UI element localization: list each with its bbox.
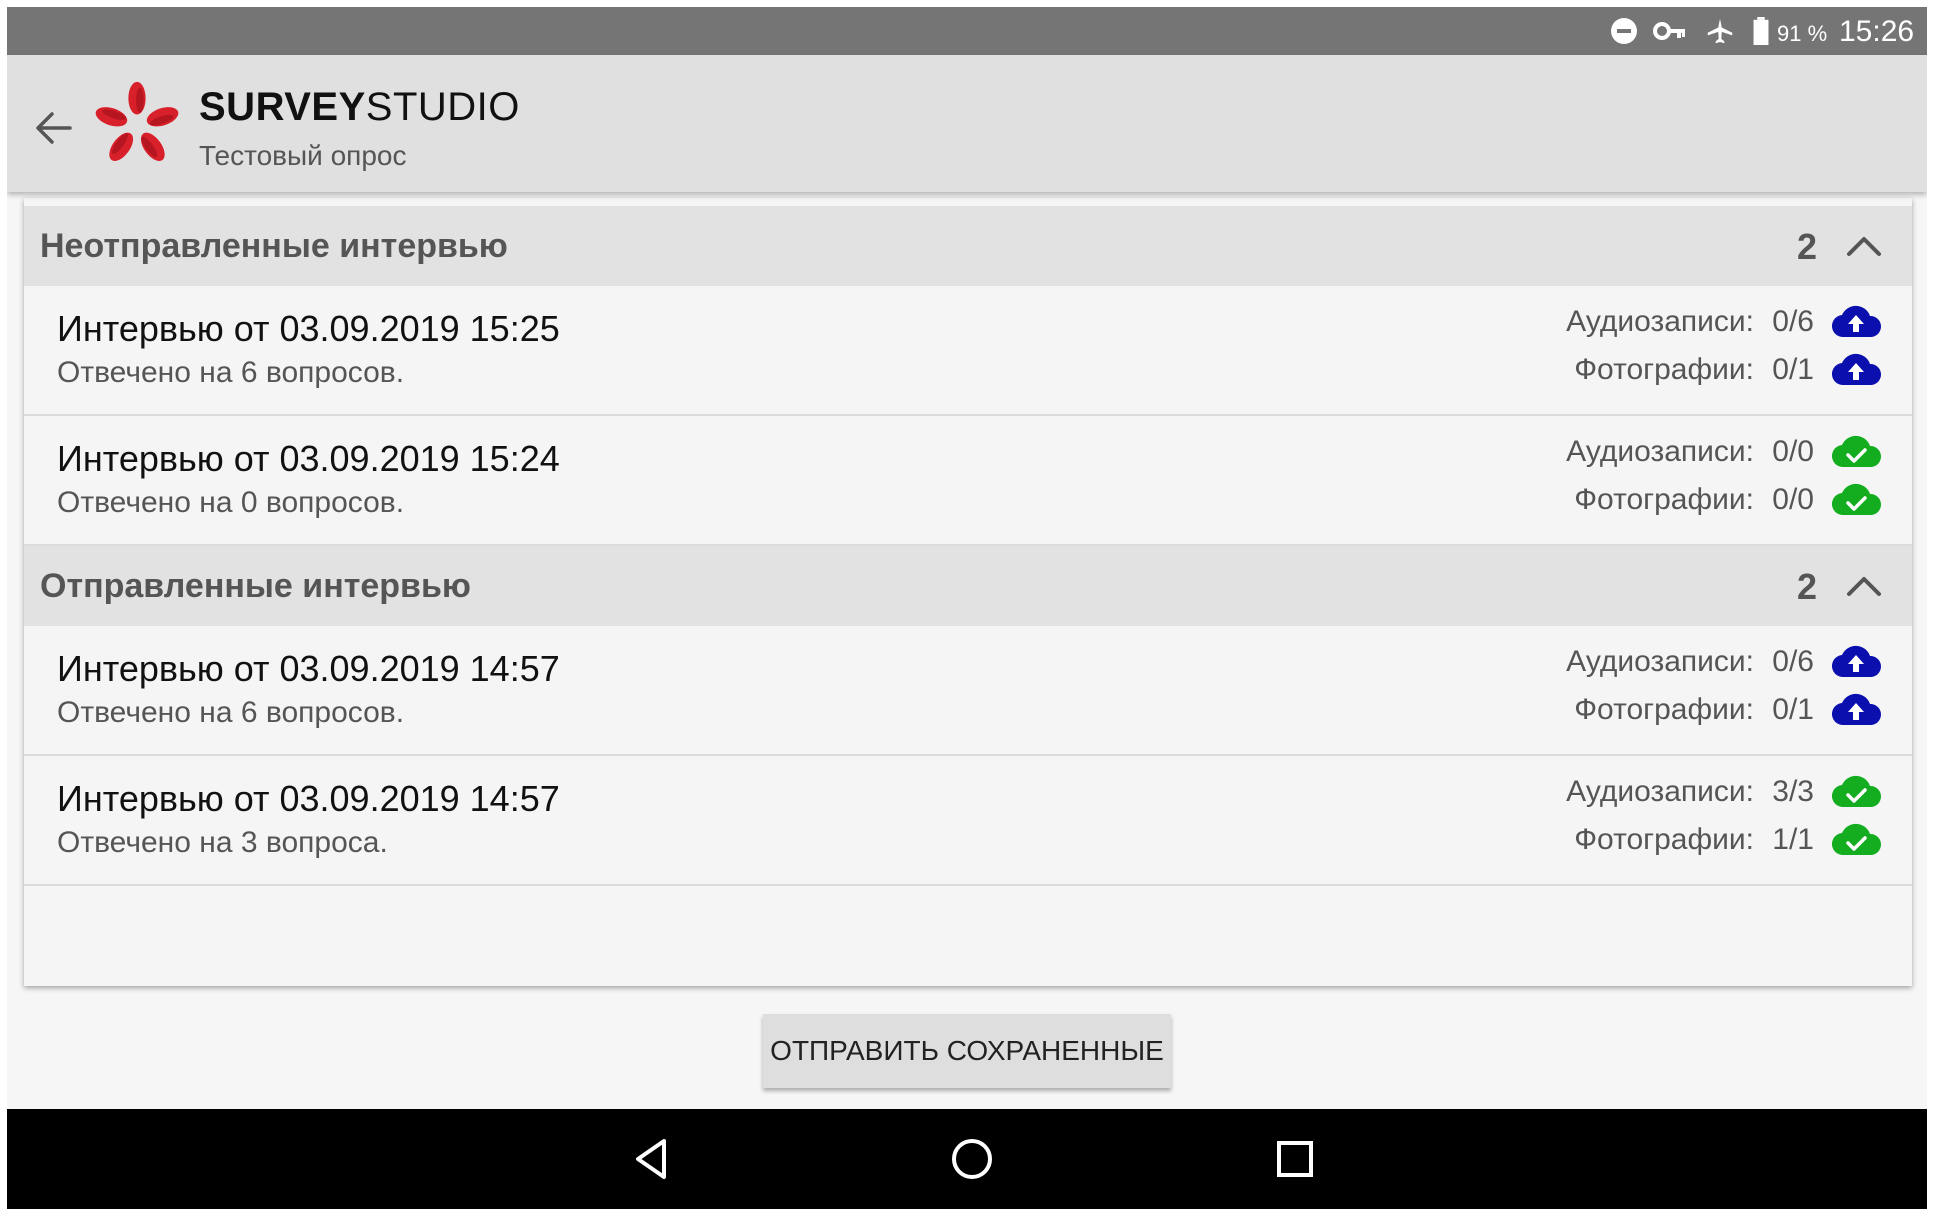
photo-count: 1/1 [1772,823,1814,856]
status-bar: 91 % 15:26 [7,7,1927,55]
chevron-up-icon[interactable] [1844,568,1884,604]
cloud-done-icon [1831,775,1882,808]
nav-back-button[interactable] [621,1131,681,1187]
clock: 15:26 [1839,15,1915,48]
cloud-upload-icon[interactable] [1830,303,1882,341]
cloud-upload-icon[interactable] [1830,691,1882,729]
battery-icon [1753,17,1769,45]
photo-label: Фотографии: [1574,483,1754,516]
audio-count: 0/0 [1772,435,1814,468]
tablet-screen: 91 % 15:26 SURVEYSTUDIO Тестовый опрос Н… [7,7,1927,1209]
arrow-back-icon [36,112,72,144]
cloud-done-icon [1831,483,1882,516]
section-title: Отправленные интервью [40,567,471,605]
photo-label: Фотографии: [1574,823,1754,856]
nav-recents-button[interactable] [1265,1131,1325,1187]
app-title-bold: SURVEY [199,85,366,129]
list-item[interactable]: Интервью от 03.09.2019 14:57 Отвечено на… [24,756,1912,886]
survey-name: Тестовый опрос [199,140,407,171]
audio-status: Аудиозаписи: 0/6 [1566,642,1882,682]
list-item[interactable]: Интервью от 03.09.2019 14:57 Отвечено на… [24,626,1912,756]
cloud-done-icon [1831,435,1882,468]
interview-title: Интервью от 03.09.2019 15:24 [57,438,560,479]
nav-home-button[interactable] [942,1131,1002,1187]
audio-label: Аудиозаписи: [1566,435,1754,468]
audio-status: Аудиозаписи: 0/6 [1566,302,1882,342]
send-saved-button[interactable]: ОТПРАВИТЬ СОХРАНЕННЫЕ [763,1014,1171,1088]
section-count: 2 [1797,226,1818,267]
audio-status: Аудиозаписи: 3/3 [1566,772,1882,812]
list-item[interactable]: Интервью от 03.09.2019 15:24 Отвечено на… [24,416,1912,546]
photo-status: Фотографии: 0/0 [1574,480,1882,520]
app-bar: SURVEYSTUDIO Тестовый опрос [7,55,1927,192]
back-button[interactable] [25,100,81,156]
photo-count: 0/0 [1772,483,1814,516]
audio-status: Аудиозаписи: 0/0 [1566,432,1882,472]
audio-label: Аудиозаписи: [1566,775,1754,808]
flower-logo-icon [95,81,179,161]
vpn-key-icon [1653,22,1685,40]
interview-title: Интервью от 03.09.2019 14:57 [57,648,560,689]
do-not-disturb-icon [1611,18,1637,44]
airplane-mode-icon [1707,18,1733,44]
interview-title: Интервью от 03.09.2019 15:25 [57,308,560,349]
interview-answered: Отвечено на 6 вопросов. [57,696,405,729]
audio-label: Аудиозаписи: [1566,305,1754,338]
audio-label: Аудиозаписи: [1566,645,1754,678]
interview-answered: Отвечено на 3 вопроса. [57,826,388,859]
section-title: Неотправленные интервью [40,227,508,265]
cloud-done-icon [1831,823,1882,856]
battery-percent: 91 % [1777,21,1828,46]
audio-count: 0/6 [1772,645,1814,678]
app-title: SURVEYSTUDIO [199,85,520,130]
photo-label: Фотографии: [1574,353,1754,386]
photo-count: 0/1 [1772,353,1814,386]
chevron-up-icon[interactable] [1844,228,1884,264]
interview-answered: Отвечено на 0 вопросов. [57,486,405,519]
section-count: 2 [1797,566,1818,607]
photo-status: Фотографии: 0/1 [1574,690,1882,730]
interview-answered: Отвечено на 6 вопросов. [57,356,405,389]
photo-status: Фотографии: 1/1 [1574,820,1882,860]
list-item[interactable]: Интервью от 03.09.2019 15:25 Отвечено на… [24,286,1912,416]
nav-home-icon [952,1139,992,1179]
cloud-upload-icon[interactable] [1830,351,1882,389]
audio-count: 0/6 [1772,305,1814,338]
nav-recents-icon [1277,1141,1313,1177]
audio-count: 3/3 [1772,775,1814,808]
photo-count: 0/1 [1772,693,1814,726]
navigation-bar [7,1109,1927,1209]
cloud-upload-icon[interactable] [1830,643,1882,681]
nav-back-icon [636,1139,666,1179]
section-header-sent[interactable]: Отправленные интервью 2 [24,546,1912,626]
app-title-regular: STUDIO [365,85,520,129]
section-header-unsent[interactable]: Неотправленные интервью 2 [24,206,1912,286]
interview-title: Интервью от 03.09.2019 14:57 [57,778,560,819]
interviews-card: Неотправленные интервью 2 Интервью от 03… [24,198,1912,986]
photo-status: Фотографии: 0/1 [1574,350,1882,390]
photo-label: Фотографии: [1574,693,1754,726]
